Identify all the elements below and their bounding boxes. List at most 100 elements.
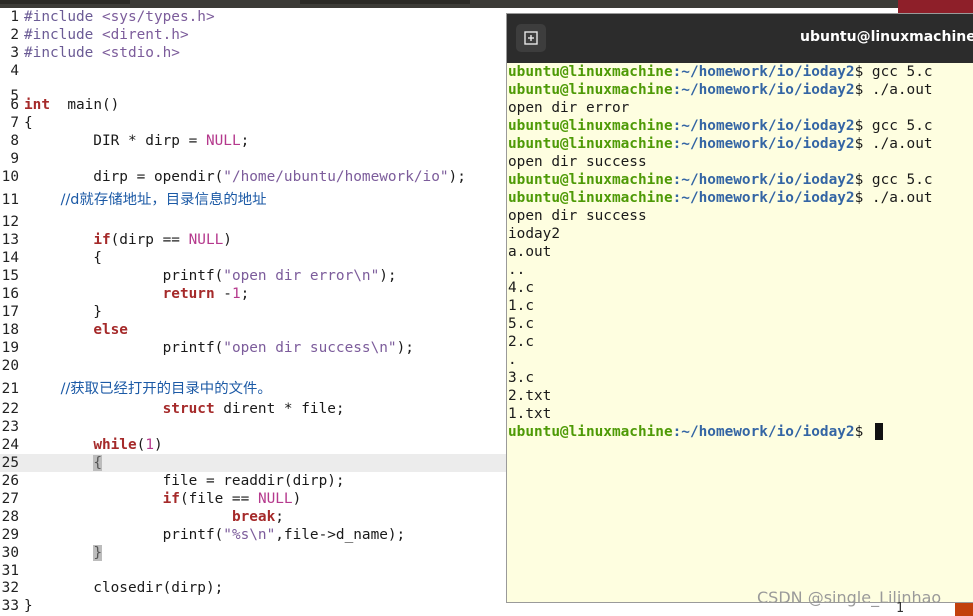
terminal-output[interactable]: ubuntu@linuxmachine:~/homework/io/ioday2… — [508, 63, 933, 441]
line-number: 21 — [1, 381, 19, 397]
code-line[interactable]: 28 break; — [0, 508, 510, 526]
code-token: "open dir error\n" — [223, 268, 380, 284]
code-line[interactable]: 17 } — [0, 303, 510, 321]
command-text: ./a.out — [871, 82, 933, 98]
output-text: open dir success — [508, 154, 647, 170]
code-token: ) — [153, 437, 163, 453]
top-strip-segment — [300, 0, 470, 4]
code-line[interactable]: 1 #include <sys/types.h> — [0, 8, 510, 26]
line-number: 7 — [10, 115, 19, 131]
code-line[interactable]: 31 — [0, 562, 510, 580]
code-line[interactable]: 11 //d就存储地址，目录信息的地址 — [0, 191, 510, 209]
line-number: 23 — [1, 419, 19, 435]
terminal-window[interactable]: ubuntu@linuxmachine: ~ ubuntu@linuxmachi… — [506, 13, 973, 603]
code-line[interactable]: 23 — [0, 418, 510, 436]
code-line[interactable]: 8 DIR * dirp = NULL; — [0, 132, 510, 150]
code-line[interactable]: 24 while(1) — [0, 436, 510, 454]
code-text: break; — [24, 508, 284, 526]
code-token: 1 — [145, 437, 154, 453]
terminal-line: 1.txt — [508, 405, 933, 423]
code-token: (file == — [179, 491, 258, 507]
code-line[interactable]: 2 #include <dirent.h> — [0, 26, 510, 44]
output-text: open dir success — [508, 208, 647, 224]
code-line[interactable]: 26 file = readdir(dirp); — [0, 472, 510, 490]
code-text: } — [24, 544, 102, 562]
line-number: 17 — [1, 304, 19, 320]
line-number: 14 — [1, 250, 19, 266]
code-token: printf( — [24, 268, 224, 284]
prompt-path: :~/homework/io/ioday2 — [672, 172, 855, 188]
terminal-line: ubuntu@linuxmachine:~/homework/io/ioday2… — [508, 423, 933, 441]
code-token: DIR * dirp = — [24, 133, 206, 149]
terminal-line: ubuntu@linuxmachine:~/homework/io/ioday2… — [508, 81, 933, 99]
terminal-line: open dir error — [508, 99, 933, 117]
line-number: 9 — [10, 151, 19, 167]
code-token: { — [24, 115, 33, 131]
code-line[interactable]: 12 — [0, 213, 510, 231]
terminal-line: 2.c — [508, 333, 933, 351]
code-editor[interactable]: 1 #include <sys/types.h> 2 #include <dirent… — [0, 8, 510, 616]
code-text: #include <stdio.h> — [24, 44, 180, 62]
code-token: NULL — [205, 133, 241, 149]
new-tab-button[interactable] — [516, 24, 546, 52]
code-line[interactable]: 3 #include <stdio.h> — [0, 44, 510, 62]
code-line[interactable]: 4 — [0, 62, 510, 80]
code-line[interactable]: 30 } — [0, 544, 510, 562]
command-text: gcc 5.c — [871, 172, 933, 188]
code-line[interactable]: 21 //获取已经打开的目录中的文件。 — [0, 380, 510, 398]
code-line[interactable]: 19 printf("open dir success\n"); — [0, 339, 510, 357]
code-token: return — [162, 286, 215, 302]
code-token: "%s\n" — [223, 527, 276, 543]
output-text: a.out — [508, 244, 552, 260]
code-token: (dirp == — [110, 232, 189, 248]
code-token: ) — [223, 232, 232, 248]
code-token: ; — [240, 133, 250, 149]
output-text: 2.c — [508, 334, 534, 350]
code-line[interactable]: 10 dirp = opendir("/home/ubuntu/homework… — [0, 168, 510, 186]
code-line[interactable]: 25 { — [0, 454, 510, 472]
code-line[interactable]: 14 { — [0, 249, 510, 267]
line-number: 26 — [1, 473, 19, 489]
code-line[interactable]: 32 closedir(dirp); — [0, 579, 510, 597]
prompt-symbol: $ — [854, 82, 872, 98]
code-line[interactable]: 20 — [0, 357, 510, 375]
code-line[interactable]: 29 printf("%s\n",file->d_name); — [0, 526, 510, 544]
code-token: ); — [396, 340, 414, 356]
code-token: int — [24, 97, 50, 113]
line-number: 32 — [1, 580, 19, 596]
terminal-line: a.out — [508, 243, 933, 261]
code-text: closedir(dirp); — [24, 579, 223, 597]
output-text: 5.c — [508, 316, 534, 332]
code-line[interactable]: 18 else — [0, 321, 510, 339]
code-line[interactable]: 9 — [0, 150, 510, 168]
code-token: ( — [136, 437, 146, 453]
code-line[interactable]: 6 int main() — [0, 96, 510, 114]
code-text: printf("open dir error\n"); — [24, 267, 397, 285]
terminal-line: 1.c — [508, 297, 933, 315]
code-line[interactable]: 7{ — [0, 114, 510, 132]
code-line[interactable]: 13 if(dirp == NULL) — [0, 231, 510, 249]
line-number: 15 — [1, 268, 19, 284]
code-text: else — [24, 321, 128, 339]
code-token: } — [93, 545, 102, 561]
code-line[interactable]: 27 if(file == NULL) — [0, 490, 510, 508]
prompt-symbol: $ — [854, 118, 872, 134]
code-token: break — [231, 509, 276, 525]
command-text: ./a.out — [871, 190, 933, 206]
code-token: NULL — [257, 491, 293, 507]
code-text: //获取已经打开的目录中的文件。 — [24, 380, 272, 398]
code-line[interactable]: 22 struct dirent * file; — [0, 400, 510, 418]
output-text: 1.txt — [508, 406, 552, 422]
status-number: 1 — [896, 601, 904, 616]
code-line[interactable]: 33} — [0, 597, 510, 615]
terminal-line: 4.c — [508, 279, 933, 297]
terminal-line: ioday2 — [508, 225, 933, 243]
code-line[interactable]: 15 printf("open dir error\n"); — [0, 267, 510, 285]
code-token: ; — [275, 509, 284, 525]
code-token: ) — [292, 491, 302, 507]
code-text: if(dirp == NULL) — [24, 231, 232, 249]
code-line[interactable]: 16 return -1; — [0, 285, 510, 303]
